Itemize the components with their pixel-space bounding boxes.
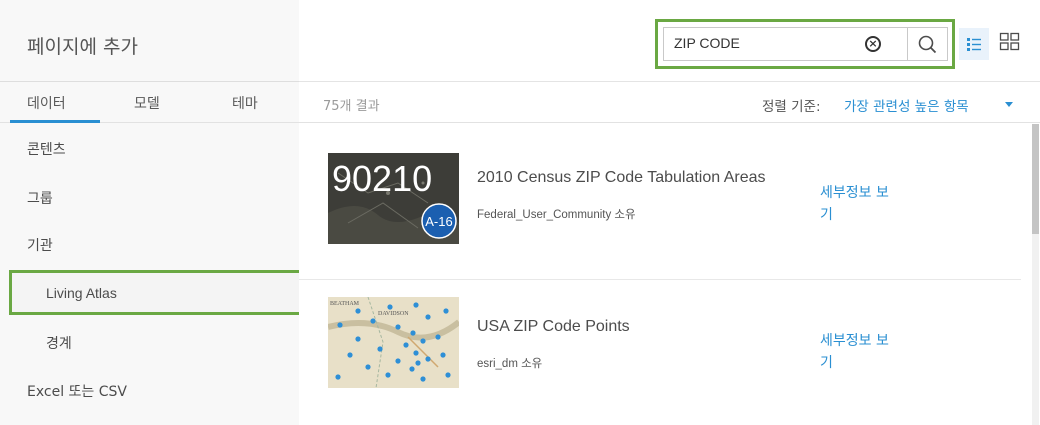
list-view-button[interactable] <box>959 28 989 60</box>
search-input-value: ZIP CODE <box>674 35 740 51</box>
grid-view-icon <box>999 32 1020 51</box>
result-owner: Federal_User_Community 소유 <box>477 209 636 221</box>
thumbnail-label-beatham: BEATHAM <box>330 301 360 307</box>
search-header: ZIP CODE × <box>299 0 1040 82</box>
result-thumbnail[interactable]: BEATHAM DAVIDSON <box>328 297 459 388</box>
tab-bar: 데이터 모델 테마 <box>0 83 299 123</box>
clear-icon[interactable]: × <box>865 36 881 52</box>
result-title[interactable]: USA ZIP Code Points <box>477 318 630 336</box>
sidebar-item-boundaries[interactable]: 경계 <box>46 333 72 353</box>
zip-map-thumbnail: 90210 A-16 <box>328 153 459 244</box>
search-icon <box>918 35 937 54</box>
sort-label: 정렬 기준: <box>762 99 821 115</box>
points-map-thumbnail: BEATHAM DAVIDSON <box>328 297 459 388</box>
result-thumbnail[interactable]: 90210 A-16 <box>328 153 459 244</box>
sidebar-item-groups[interactable]: 그룹 <box>27 188 53 208</box>
details-link[interactable]: 세부정보 보 기 <box>820 330 920 374</box>
thumbnail-zip-label: 90210 <box>332 158 432 199</box>
results-bar: 75개 결과 정렬 기준: 가장 관련성 높은 항목 <box>299 83 1040 123</box>
sidebar-item-content[interactable]: 콘텐츠 <box>27 139 66 159</box>
search-button[interactable] <box>908 27 948 61</box>
result-owner: esri_dm 소유 <box>477 358 543 370</box>
details-link[interactable]: 세부정보 보 기 <box>820 182 920 226</box>
sidebar-item-living-atlas[interactable]: Living Atlas <box>46 285 117 301</box>
details-link-label: 세부정보 보 기 <box>820 185 889 223</box>
list-view-icon <box>967 38 981 51</box>
thumbnail-badge: A-16 <box>425 214 452 229</box>
result-title[interactable]: 2010 Census ZIP Code Tabulation Areas <box>477 169 766 187</box>
add-to-page-panel: 페이지에 추가 데이터 모델 테마 콘텐츠 그룹 기관 Living Atlas… <box>0 0 306 425</box>
sort-dropdown[interactable]: 가장 관련성 높은 항목 <box>844 95 969 115</box>
caret-down-icon[interactable] <box>1005 102 1013 107</box>
sidebar-item-excel-csv[interactable]: Excel 또는 CSV <box>27 381 127 401</box>
results-panel: ZIP CODE × 75개 결과 정렬 기준: 가장 관련성 높은 항목 90… <box>299 0 1040 425</box>
sidebar-item-organization[interactable]: 기관 <box>27 235 53 255</box>
thumbnail-label-davidson: DAVIDSON <box>378 311 409 317</box>
scrollbar-thumb[interactable] <box>1032 124 1039 234</box>
panel-header: 페이지에 추가 <box>0 0 299 82</box>
results-count: 75개 결과 <box>323 99 380 114</box>
panel-title: 페이지에 추가 <box>27 36 138 58</box>
details-link-label: 세부정보 보 기 <box>820 333 889 371</box>
list-item: 90210 A-16 2010 Census ZIP Code Tabulati… <box>299 124 1019 264</box>
tab-theme[interactable]: 테마 <box>232 93 258 113</box>
grid-view-button[interactable] <box>999 31 1021 53</box>
active-tab-indicator <box>10 120 100 123</box>
list-item: BEATHAM DAVIDSON USA ZIP Code Points esr… <box>299 280 1019 420</box>
tab-model[interactable]: 모델 <box>134 93 160 113</box>
tab-data[interactable]: 데이터 <box>27 93 66 113</box>
